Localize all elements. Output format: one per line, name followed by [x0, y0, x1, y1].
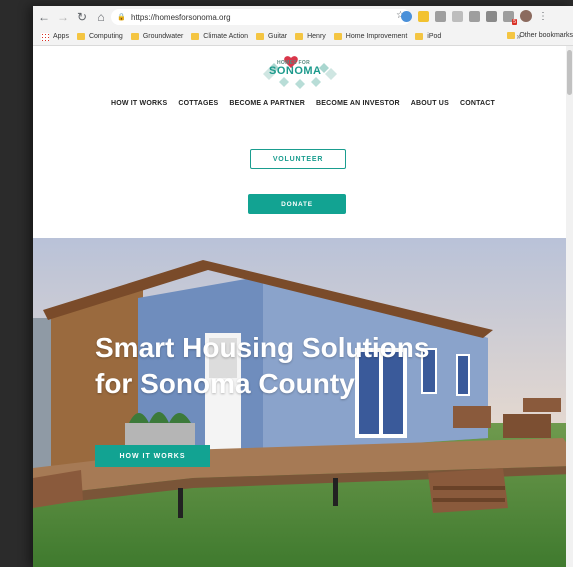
page-scrollbar[interactable] [566, 46, 573, 567]
other-bookmarks[interactable]: Other bookmarks [507, 32, 573, 39]
extensions-area: 5 ⋮ [401, 10, 548, 25]
profile-avatar[interactable] [520, 10, 532, 22]
hero-title-line1: Smart Housing Solutions [95, 332, 430, 363]
bookmarks-bar: Apps Computing Groundwater Climate Actio… [33, 28, 573, 46]
hero-section: Smart Housing Solutions for Sonoma Count… [33, 238, 573, 567]
pocket-extension-icon[interactable] [452, 10, 463, 22]
folder-icon [333, 33, 342, 40]
web-page: HOMES FOR SONOMA HOW IT WORKS COTTAGES B… [33, 46, 573, 567]
url-text: https://homesforsonoma.org [131, 12, 231, 22]
hero-title: Smart Housing Solutions for Sonoma Count… [95, 330, 515, 402]
folder-icon [415, 33, 424, 40]
badge-extension-icon[interactable]: 5 [503, 10, 517, 25]
volunteer-button[interactable]: VOLUNTEER [250, 149, 346, 169]
site-logo[interactable]: HOMES FOR SONOMA [255, 54, 345, 90]
folder-icon [507, 32, 516, 39]
donate-button[interactable]: DONATE [248, 194, 346, 214]
bookmark-folder[interactable]: Climate Action [191, 33, 248, 40]
browser-toolbar: ← → ↻ ⌂ 🔒 https://homesforsonoma.org ☆ 5… [33, 6, 573, 28]
hero-title-line2: for Sonoma County [95, 368, 355, 399]
menu-icon[interactable]: ⋮ [538, 11, 548, 22]
bookmark-folder[interactable]: Guitar [256, 33, 287, 40]
back-icon[interactable]: ← [36, 9, 52, 25]
nav-contact[interactable]: CONTACT [460, 100, 495, 107]
forward-icon[interactable]: → [55, 9, 71, 25]
grid-extension-icon[interactable] [435, 10, 446, 22]
folder-icon [76, 33, 85, 40]
bookmark-folder[interactable]: Groundwater [130, 33, 183, 40]
bookmark-folder[interactable]: iPod [415, 33, 441, 40]
bookmark-folder[interactable]: Home Improvement [333, 33, 407, 40]
main-navigation: HOW IT WORKS COTTAGES BECOME A PARTNER B… [33, 100, 573, 107]
logo-text-line2: SONOMA [269, 65, 322, 77]
note-extension-icon[interactable] [418, 10, 429, 22]
hero-cottage-image [33, 238, 573, 567]
folder-icon [256, 33, 265, 40]
scrollbar-thumb[interactable] [567, 50, 572, 95]
how-it-works-button[interactable]: HOW IT WORKS [95, 445, 210, 467]
browser-window: ← → ↻ ⌂ 🔒 https://homesforsonoma.org ☆ 5… [33, 6, 573, 567]
reload-icon[interactable]: ↻ [74, 9, 90, 25]
address-bar[interactable]: 🔒 https://homesforsonoma.org ☆ [111, 9, 411, 25]
bookmark-apps[interactable]: Apps [41, 32, 69, 41]
extension-badge: 5 [512, 18, 517, 25]
home-icon[interactable]: ⌂ [93, 9, 109, 25]
nav-become-an-investor[interactable]: BECOME AN INVESTOR [316, 100, 400, 107]
folder-icon [191, 33, 200, 40]
apps-icon [41, 32, 49, 41]
lock-icon: 🔒 [117, 14, 126, 21]
lock-extension-icon[interactable] [486, 10, 497, 22]
nav-about-us[interactable]: ABOUT US [411, 100, 449, 107]
folder-icon [295, 33, 304, 40]
bookmark-folder[interactable]: Henry [295, 33, 326, 40]
cloud-extension-icon[interactable] [401, 10, 412, 22]
folder-icon [130, 33, 139, 40]
puzzle-extension-icon[interactable] [469, 10, 480, 22]
bookmark-folder[interactable]: Computing [76, 33, 123, 40]
nav-cottages[interactable]: COTTAGES [178, 100, 218, 107]
nav-how-it-works[interactable]: HOW IT WORKS [111, 100, 167, 107]
nav-become-a-partner[interactable]: BECOME A PARTNER [229, 100, 305, 107]
